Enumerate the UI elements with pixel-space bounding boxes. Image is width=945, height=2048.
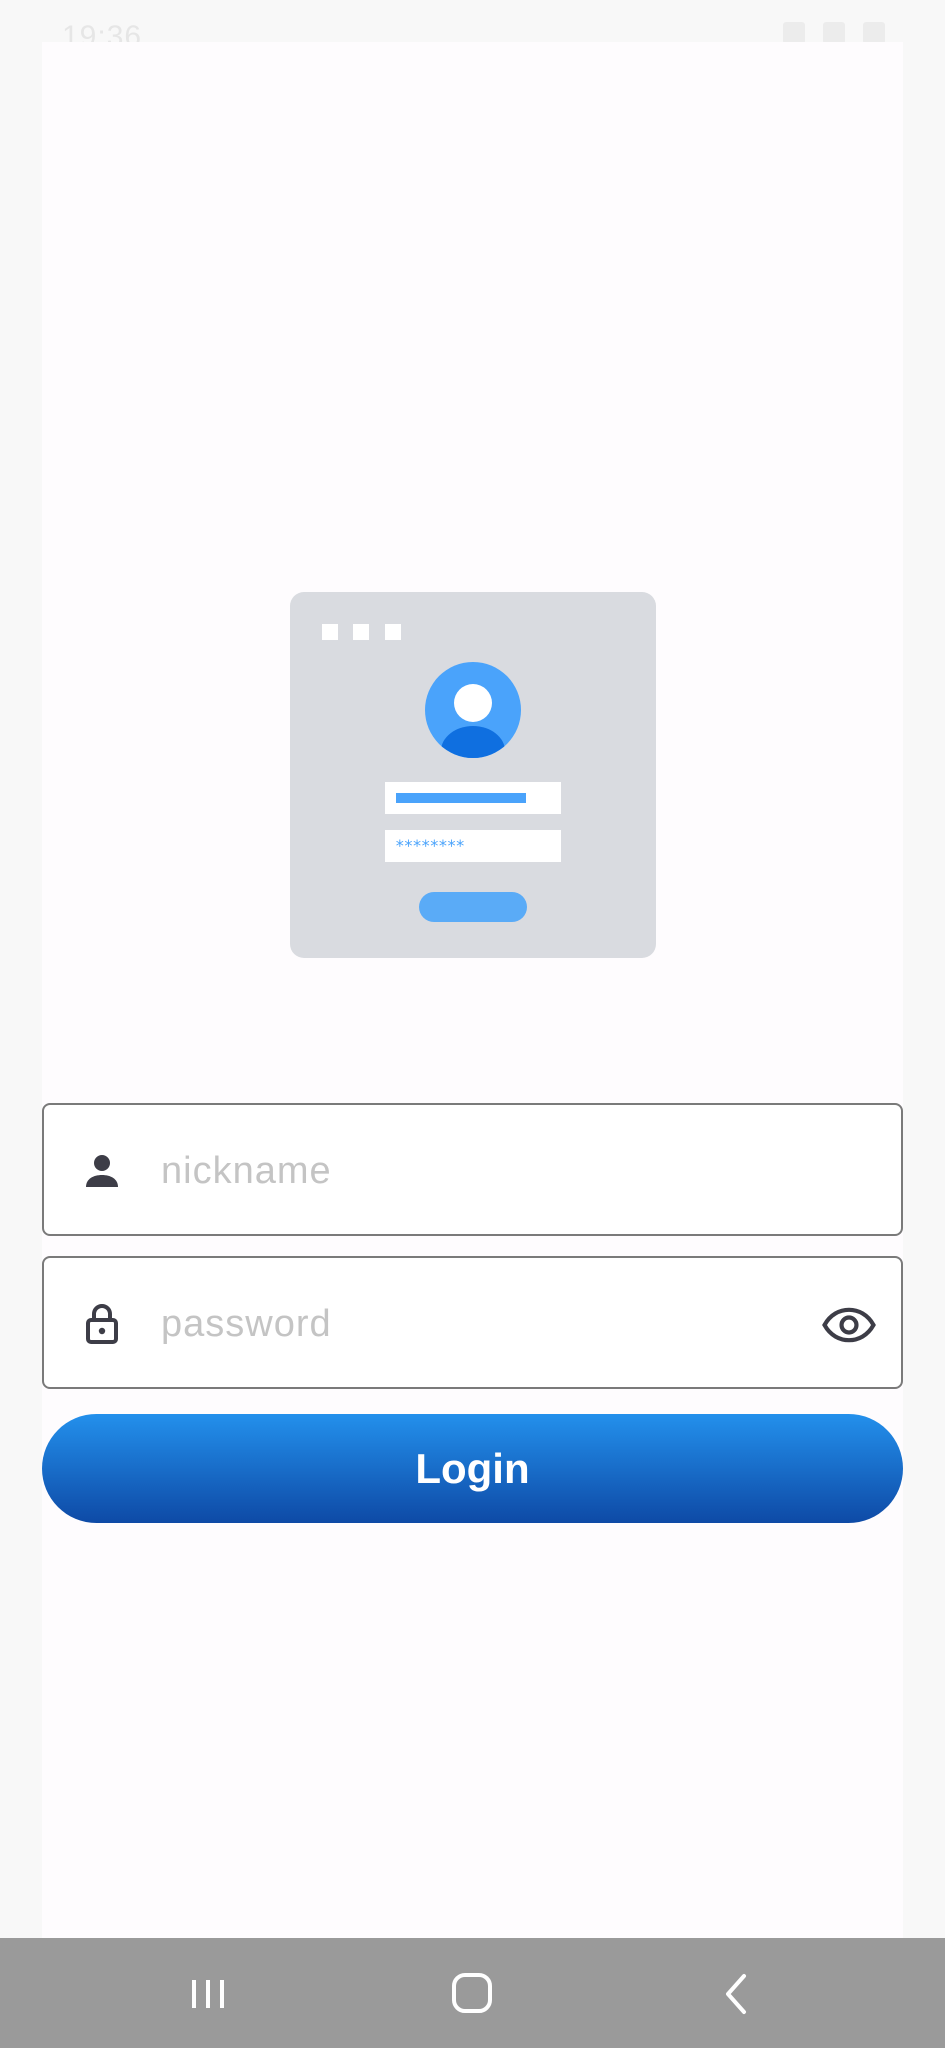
status-icons	[783, 22, 885, 44]
password-input[interactable]	[161, 1278, 821, 1370]
person-icon	[86, 1155, 118, 1187]
mock-login-button	[419, 892, 527, 922]
back-icon[interactable]	[706, 1966, 766, 2022]
login-card	[42, 42, 903, 1938]
avatar-head	[454, 684, 492, 722]
window-dot	[353, 624, 369, 640]
recents-icon[interactable]	[178, 1966, 238, 2022]
lock-icon	[86, 1304, 118, 1344]
nickname-field[interactable]	[42, 1103, 903, 1236]
mock-username-line	[396, 793, 526, 803]
notification-icon	[783, 22, 805, 44]
avatar-body	[441, 726, 505, 758]
wifi-icon	[823, 22, 845, 44]
eye-icon[interactable]	[821, 1297, 877, 1353]
nickname-input[interactable]	[161, 1125, 821, 1217]
battery-icon	[863, 22, 885, 44]
window-dot	[322, 624, 338, 640]
avatar-icon	[425, 662, 521, 758]
login-button[interactable]: Login	[42, 1414, 903, 1523]
login-screen: 19:36 ******** nickname Login	[0, 0, 945, 2048]
window-dot	[385, 624, 401, 640]
mock-username-field	[385, 782, 561, 814]
navigation-bar	[0, 1938, 945, 2048]
password-field[interactable]	[42, 1256, 903, 1389]
mock-password-field: ********	[385, 830, 561, 862]
home-icon[interactable]	[442, 1966, 502, 2022]
mock-password-mask: ********	[395, 836, 465, 855]
login-illustration: ********	[290, 592, 656, 958]
